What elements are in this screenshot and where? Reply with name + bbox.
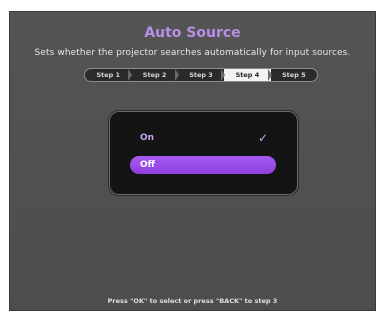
step-1: Step 1 <box>96 71 121 79</box>
step-4: Step 4 <box>221 69 271 81</box>
step-3: Step 3 <box>174 69 224 81</box>
option-off[interactable]: Off <box>130 156 276 174</box>
page-title: Auto Source <box>144 25 241 41</box>
step-2: Step 2 <box>128 69 177 81</box>
option-panel: On ✓ Off <box>109 111 298 195</box>
setup-screen: Auto Source Sets whether the projector s… <box>9 11 376 311</box>
step-5: Step 5 <box>267 69 317 81</box>
checkmark-icon: ✓ <box>257 131 268 145</box>
page-subtitle: Sets whether the projector searches auto… <box>34 48 351 58</box>
option-on[interactable]: On ✓ <box>130 129 276 147</box>
footer-hint: Press "OK" to select or press "BACK" to … <box>107 297 278 305</box>
option-off-label: Off <box>140 160 155 170</box>
option-on-label: On <box>140 133 155 143</box>
step-indicator: Step 1 Step 2 Step 3 Step 4 Step 5 <box>84 68 318 82</box>
